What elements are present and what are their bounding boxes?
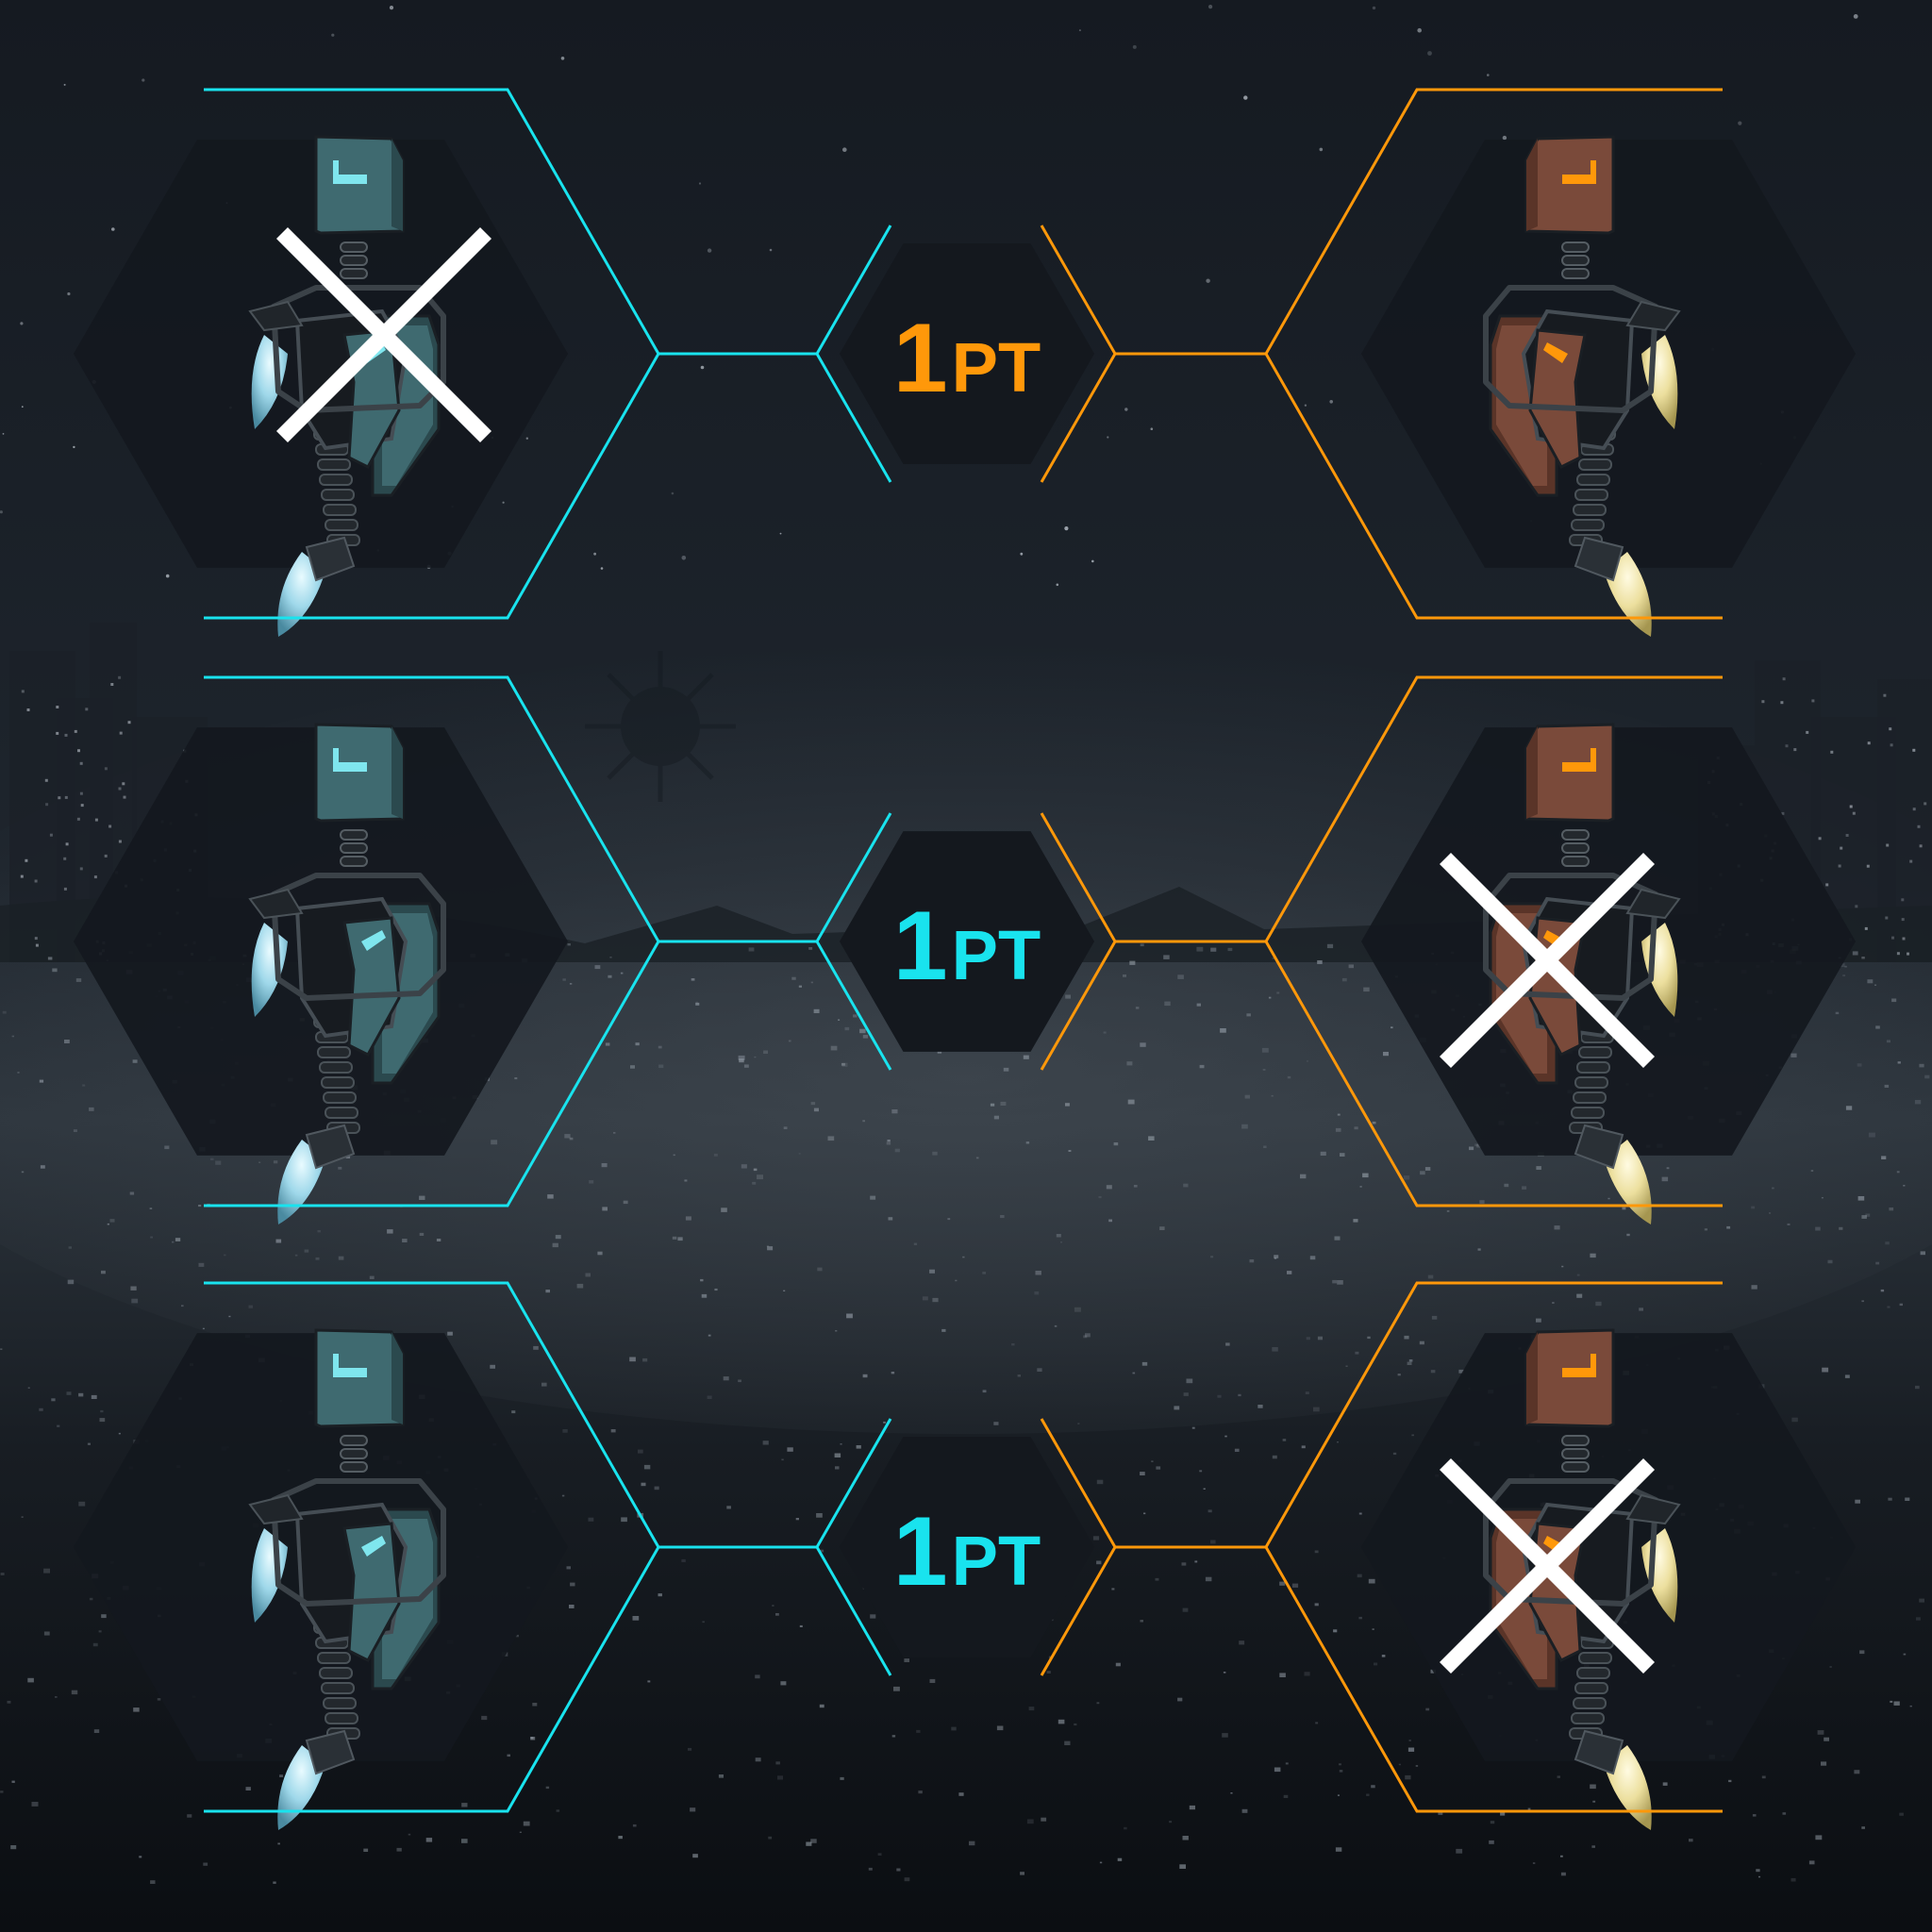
points-number: 1 xyxy=(893,304,948,413)
match-results-panel: 1PT 1PT 1PT xyxy=(0,0,1932,1932)
points-unit: PT xyxy=(952,1522,1041,1600)
match-results-scene: 1PT1PT1PT xyxy=(0,0,1932,1932)
points-unit: PT xyxy=(952,916,1041,994)
points-number: 1 xyxy=(893,891,948,1001)
points-unit: PT xyxy=(952,328,1041,407)
points-number: 1 xyxy=(893,1497,948,1607)
